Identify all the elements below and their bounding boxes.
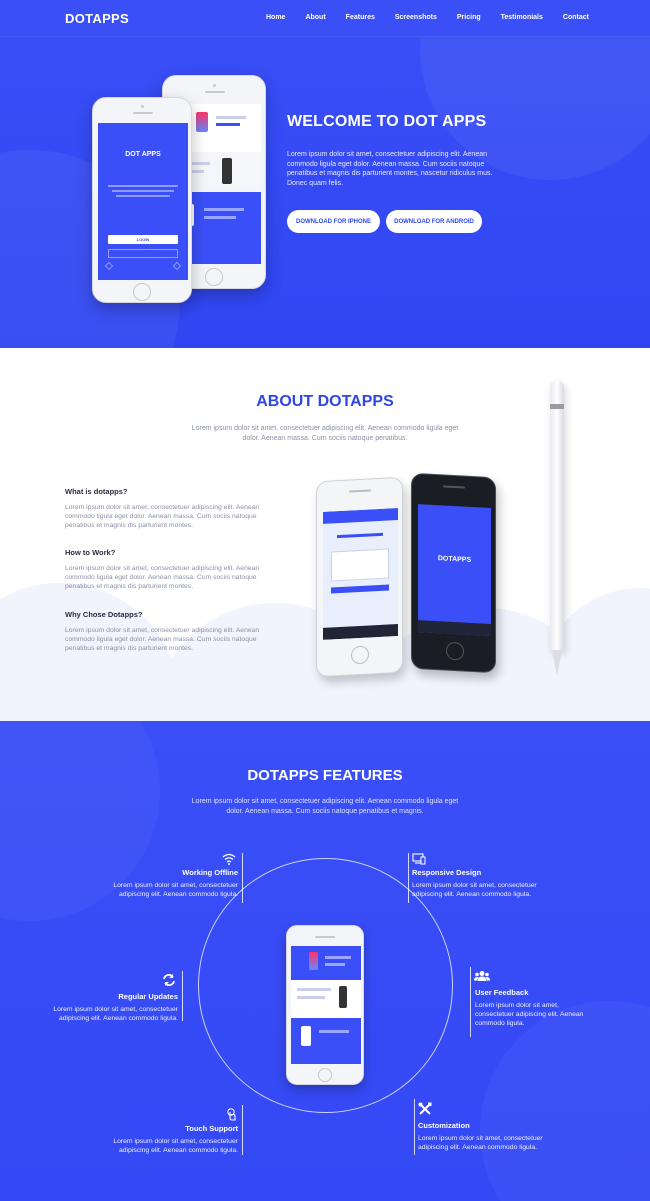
feature-regular-updates: Regular Updates Lorem ipsum dolor sit am… xyxy=(38,992,178,1023)
phone-screen xyxy=(323,507,398,640)
hero-title: WELCOME TO DOT APPS xyxy=(287,113,487,130)
phone-speaker xyxy=(133,112,153,114)
feature-divider xyxy=(470,967,471,1037)
about-q2-title: How to Work? xyxy=(65,548,116,557)
phone-app-title: DOT APPS xyxy=(125,151,161,158)
navbar: DOTAPPS Home About Features Screenshots … xyxy=(0,0,650,37)
nav-link-screenshots[interactable]: Screenshots xyxy=(395,14,437,21)
about-q1-text: Lorem ipsum dolor sit amet, consectetuer… xyxy=(65,504,260,529)
feature-name: Customization xyxy=(418,1121,470,1130)
feature-name: Working Offline xyxy=(182,868,238,877)
about-subtitle: Lorem ipsum dolor sit amet, consectetuer… xyxy=(191,425,459,442)
features-bg-shape xyxy=(480,1001,650,1201)
phone-camera xyxy=(141,105,144,108)
feature-divider xyxy=(242,1105,243,1155)
stylus-pencil xyxy=(550,380,564,680)
feature-text: Lorem ipsum dolor sit amet, consectetuer… xyxy=(418,1135,543,1151)
about-q3-text: Lorem ipsum dolor sit amet, consectetuer… xyxy=(65,627,260,652)
phone-screen xyxy=(291,946,361,1064)
feature-working-offline: Working Offline Lorem ipsum dolor sit am… xyxy=(98,868,238,899)
feature-name: Responsive Design xyxy=(412,868,482,877)
nav-link-about[interactable]: About xyxy=(305,14,325,21)
nav-link-home[interactable]: Home xyxy=(266,14,285,21)
nav-link-testimonials[interactable]: Testimonials xyxy=(501,14,543,21)
phone-home-button xyxy=(133,283,151,301)
phone-screen: DOT APPS LOGIN xyxy=(98,123,188,280)
wifi-icon xyxy=(222,852,236,866)
hero-phone-front: DOT APPS LOGIN xyxy=(92,97,192,303)
devices-icon xyxy=(412,852,426,866)
phone-screen: DOTAPPS xyxy=(418,504,491,636)
features-section: DOTAPPS FEATURES Lorem ipsum dolor sit a… xyxy=(0,721,650,1201)
phone-camera xyxy=(213,84,216,87)
feature-text: Lorem ipsum dolor sit amet, consectetuer… xyxy=(475,1002,584,1027)
phone-brand-label: DOTAPPS xyxy=(437,555,472,564)
phone-home-button xyxy=(205,268,223,286)
nav-link-pricing[interactable]: Pricing xyxy=(457,14,481,21)
features-subtitle: Lorem ipsum dolor sit amet, consectetuer… xyxy=(191,798,459,815)
tools-icon xyxy=(418,1102,432,1116)
phone-home-button xyxy=(318,1068,332,1082)
feature-customization: Customization Lorem ipsum dolor sit amet… xyxy=(418,1121,563,1152)
nav-link-contact[interactable]: Contact xyxy=(563,14,589,21)
brand-logo[interactable]: DOTAPPS xyxy=(65,11,129,26)
phone-speaker xyxy=(205,91,225,93)
feature-name: Regular Updates xyxy=(118,992,178,1001)
nav-link-features[interactable]: Features xyxy=(346,14,375,21)
feature-divider xyxy=(242,853,243,903)
hero-section: DOTAPPS Home About Features Screenshots … xyxy=(0,0,650,348)
phone-home-button xyxy=(351,645,369,665)
feature-text: Lorem ipsum dolor sit amet, consectetuer… xyxy=(53,1006,178,1022)
phone-home-button xyxy=(446,641,464,661)
touch-icon xyxy=(224,1107,238,1121)
feature-user-feedback: User Feedback Lorem ipsum dolor sit amet… xyxy=(475,988,585,1028)
refresh-icon xyxy=(162,973,176,987)
about-phone-white xyxy=(316,476,403,678)
about-section: ABOUT DOTAPPS Lorem ipsum dolor sit amet… xyxy=(0,348,650,721)
download-android-button[interactable]: DOWNLOAD FOR ANDROID xyxy=(386,210,482,233)
phone-login-button: LOGIN xyxy=(108,235,178,244)
about-q1-title: What is dotapps? xyxy=(65,487,128,496)
download-iphone-button[interactable]: DOWNLOAD FOR IPHONE xyxy=(287,210,380,233)
features-phone xyxy=(286,925,364,1085)
feature-name: Touch Support xyxy=(185,1124,238,1133)
users-icon xyxy=(474,969,490,983)
feature-text: Lorem ipsum dolor sit amet, consectetuer… xyxy=(113,1138,238,1154)
about-phone-black: DOTAPPS xyxy=(411,472,496,674)
feature-name: User Feedback xyxy=(475,988,529,997)
nav-links: Home About Features Screenshots Pricing … xyxy=(266,14,589,21)
feature-text: Lorem ipsum dolor sit amet, consectetuer… xyxy=(113,882,238,898)
feature-touch-support: Touch Support Lorem ipsum dolor sit amet… xyxy=(98,1124,238,1155)
about-q3-title: Why Chose Dotapps? xyxy=(65,610,143,619)
feature-divider xyxy=(414,1099,415,1155)
feature-responsive-design: Responsive Design Lorem ipsum dolor sit … xyxy=(412,868,557,899)
feature-divider xyxy=(408,853,409,903)
features-title: DOTAPPS FEATURES xyxy=(247,767,403,784)
feature-text: Lorem ipsum dolor sit amet, consectetuer… xyxy=(412,882,537,898)
hero-description: Lorem ipsum dolor sit amet, consectetuer… xyxy=(287,151,493,187)
feature-divider xyxy=(182,971,183,1021)
about-q2-text: Lorem ipsum dolor sit amet, consectetuer… xyxy=(65,565,260,590)
